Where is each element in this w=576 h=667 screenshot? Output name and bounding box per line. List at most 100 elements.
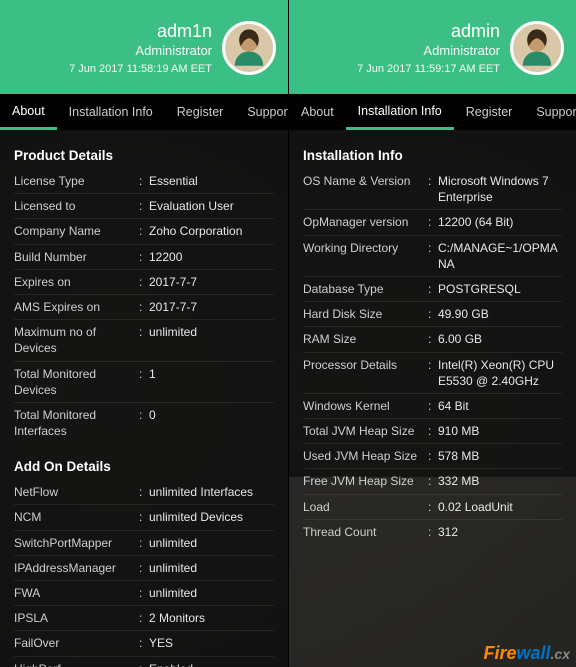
colon: : xyxy=(139,249,149,265)
info-label: License Type xyxy=(14,173,139,189)
info-label: OpManager version xyxy=(303,214,428,230)
header-role: Administrator xyxy=(357,43,500,60)
info-label: IPAddressManager xyxy=(14,560,139,576)
colon: : xyxy=(428,240,438,272)
info-label: Free JVM Heap Size xyxy=(303,473,428,489)
info-row: Build Number:12200 xyxy=(14,244,274,269)
colon: : xyxy=(139,535,149,551)
info-value: 578 MB xyxy=(438,448,562,464)
info-value: unlimited Devices xyxy=(149,509,274,525)
tab-installation-info[interactable]: Installation Info xyxy=(57,94,165,130)
tab-about[interactable]: About xyxy=(289,94,346,130)
info-row: FailOver:YES xyxy=(14,630,274,655)
info-value: YES xyxy=(149,635,274,651)
colon: : xyxy=(139,198,149,214)
header-timestamp: 7 Jun 2017 11:58:19 AM EET xyxy=(69,62,212,76)
header-text: adm1n Administrator 7 Jun 2017 11:58:19 … xyxy=(69,20,212,77)
header-username: admin xyxy=(357,20,500,43)
info-value: 2017-7-7 xyxy=(149,274,274,290)
info-label: HighPerf xyxy=(14,661,139,667)
info-value: 12200 xyxy=(149,249,274,265)
info-value: unlimited xyxy=(149,560,274,576)
header: admin Administrator 7 Jun 2017 11:59:17 … xyxy=(289,0,576,94)
tab-register[interactable]: Register xyxy=(165,94,236,130)
tab-installation-info[interactable]: Installation Info xyxy=(346,94,454,130)
info-label: Total JVM Heap Size xyxy=(303,423,428,439)
info-row: NCM:unlimited Devices xyxy=(14,504,274,529)
avatar[interactable] xyxy=(222,21,276,75)
info-row: IPAddressManager:unlimited xyxy=(14,555,274,580)
avatar[interactable] xyxy=(510,21,564,75)
info-label: Total Monitored Devices xyxy=(14,366,139,398)
info-row: OS Name & Version:Microsoft Windows 7 En… xyxy=(303,169,562,209)
info-row: Thread Count:312 xyxy=(303,519,562,544)
info-label: Processor Details xyxy=(303,357,428,389)
info-label: Licensed to xyxy=(14,198,139,214)
info-value: 6.00 GB xyxy=(438,331,562,347)
info-value: 2017-7-7 xyxy=(149,299,274,315)
info-value: 910 MB xyxy=(438,423,562,439)
info-label: Hard Disk Size xyxy=(303,306,428,322)
colon: : xyxy=(139,585,149,601)
product-details-list: License Type:EssentialLicensed to:Evalua… xyxy=(14,169,274,443)
info-row: IPSLA:2 Monitors xyxy=(14,605,274,630)
left-panel: adm1n Administrator 7 Jun 2017 11:58:19 … xyxy=(0,0,288,667)
info-label: Database Type xyxy=(303,281,428,297)
info-row: Windows Kernel:64 Bit xyxy=(303,393,562,418)
info-row: FWA:unlimited xyxy=(14,580,274,605)
info-row: SwitchPortMapper:unlimited xyxy=(14,530,274,555)
header-username: adm1n xyxy=(69,20,212,43)
colon: : xyxy=(428,306,438,322)
header-timestamp: 7 Jun 2017 11:59:17 AM EET xyxy=(357,62,500,76)
colon: : xyxy=(139,223,149,239)
info-row: Used JVM Heap Size:578 MB xyxy=(303,443,562,468)
info-value: 0.02 LoadUnit xyxy=(438,499,562,515)
info-value: 312 xyxy=(438,524,562,540)
colon: : xyxy=(428,281,438,297)
info-row: License Type:Essential xyxy=(14,169,274,193)
info-label: Working Directory xyxy=(303,240,428,272)
header-text: admin Administrator 7 Jun 2017 11:59:17 … xyxy=(357,20,500,77)
colon: : xyxy=(428,473,438,489)
colon: : xyxy=(428,173,438,205)
info-row: Company Name:Zoho Corporation xyxy=(14,218,274,243)
info-value: 64 Bit xyxy=(438,398,562,414)
colon: : xyxy=(139,635,149,651)
info-value: unlimited xyxy=(149,585,274,601)
info-label: RAM Size xyxy=(303,331,428,347)
info-value: Enabled xyxy=(149,661,274,667)
colon: : xyxy=(428,423,438,439)
info-row: Expires on:2017-7-7 xyxy=(14,269,274,294)
colon: : xyxy=(139,509,149,525)
info-label: Expires on xyxy=(14,274,139,290)
tab-support[interactable]: Support xyxy=(524,94,576,130)
info-label: FWA xyxy=(14,585,139,601)
info-label: Maximum no of Devices xyxy=(14,324,139,356)
info-label: Company Name xyxy=(14,223,139,239)
info-label: SwitchPortMapper xyxy=(14,535,139,551)
colon: : xyxy=(139,484,149,500)
info-row: RAM Size:6.00 GB xyxy=(303,326,562,351)
colon: : xyxy=(139,407,149,439)
header: adm1n Administrator 7 Jun 2017 11:58:19 … xyxy=(0,0,288,94)
colon: : xyxy=(428,331,438,347)
info-row: Processor Details:Intel(R) Xeon(R) CPU E… xyxy=(303,352,562,393)
tab-bar: About Installation Info Register Support xyxy=(0,94,288,130)
content-installation: Installation Info OS Name & Version:Micr… xyxy=(289,130,576,667)
info-value: 49.90 GB xyxy=(438,306,562,322)
info-value: unlimited Interfaces xyxy=(149,484,274,500)
info-value: Essential xyxy=(149,173,274,189)
info-row: Licensed to:Evaluation User xyxy=(14,193,274,218)
info-value: unlimited xyxy=(149,535,274,551)
info-label: NCM xyxy=(14,509,139,525)
tab-register[interactable]: Register xyxy=(454,94,525,130)
content-about: Product Details License Type:EssentialLi… xyxy=(0,130,288,667)
info-row: Total JVM Heap Size:910 MB xyxy=(303,418,562,443)
colon: : xyxy=(428,499,438,515)
tab-about[interactable]: About xyxy=(0,94,57,130)
colon: : xyxy=(139,324,149,356)
info-row: Total Monitored Interfaces:0 xyxy=(14,402,274,443)
colon: : xyxy=(428,448,438,464)
colon: : xyxy=(428,214,438,230)
info-value: 332 MB xyxy=(438,473,562,489)
